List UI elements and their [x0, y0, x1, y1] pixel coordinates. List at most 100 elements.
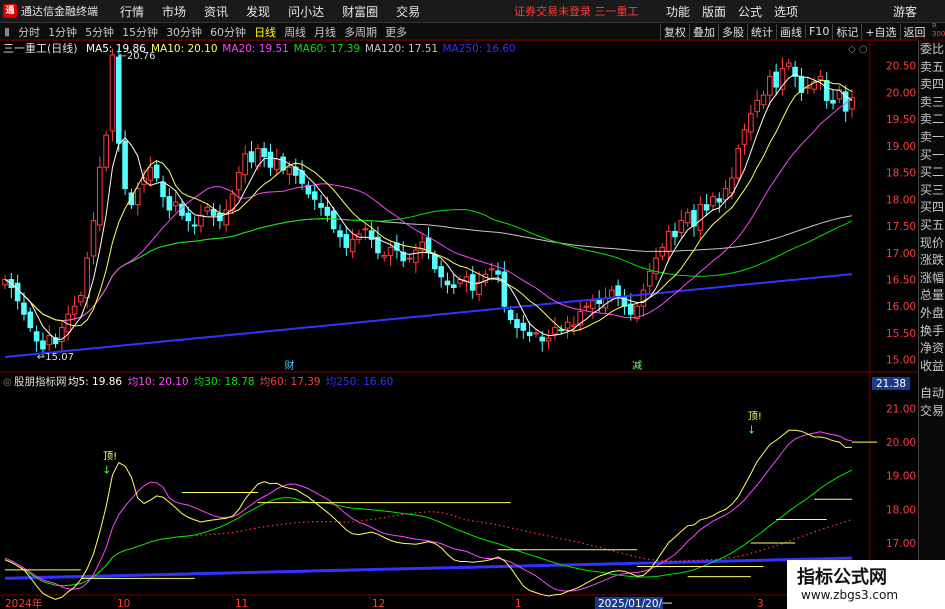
rq-label: R 300: [932, 22, 945, 38]
candle-body: [349, 238, 356, 253]
legend-均5: 均5: 19.86: [68, 376, 122, 388]
candle-body: [362, 228, 369, 231]
candle-body: [311, 191, 318, 200]
ma60-line: [4, 208, 853, 322]
sidebar-bottom-item[interactable]: 自动: [919, 385, 945, 403]
sidebar-item[interactable]: 委比: [919, 41, 945, 59]
candle-body: [343, 234, 350, 248]
top-signal-arrow-icon: ↓: [102, 464, 111, 477]
sidebar-item[interactable]: 外盘: [919, 305, 945, 323]
y2-tick-label: 21.00: [886, 403, 916, 415]
candle-body: [773, 71, 779, 88]
top-signal-arrow-icon: ↓: [747, 423, 756, 436]
candle-body: [760, 94, 767, 106]
candle-body: [33, 331, 40, 342]
candle-body: [533, 332, 539, 335]
candle-body: [710, 196, 716, 207]
event-marker[interactable]: 财: [284, 359, 294, 372]
candle-body: [716, 198, 723, 203]
sidebar-item[interactable]: 买四: [919, 199, 945, 217]
candle-body: [823, 80, 830, 101]
y2-tick-label: 18.00: [886, 504, 916, 516]
candle-body: [267, 151, 274, 168]
sidebar-item[interactable]: 净资: [919, 340, 945, 358]
sidebar-item[interactable]: 卖一: [919, 129, 945, 147]
candle-body: [153, 164, 160, 179]
candle-body: [406, 257, 413, 260]
candle-body: [242, 153, 248, 176]
candle-body: [817, 75, 824, 81]
y-tick-label: 17.50: [886, 221, 916, 233]
legend-MA250: MA250: 16.60: [443, 43, 516, 55]
y-tick-label: 16.50: [886, 274, 916, 286]
candle-body: [754, 99, 760, 113]
current-value: 21.38: [876, 378, 906, 390]
candle-body: [767, 75, 773, 96]
candle-body: [488, 268, 495, 271]
legend-均250: 均250: 16.60: [326, 376, 393, 388]
sidebar-item[interactable]: 买二: [919, 164, 945, 182]
candle-body: [438, 266, 444, 278]
y-tick-label: 18.00: [886, 194, 916, 206]
candle-body: [337, 230, 343, 238]
stock-chart[interactable]: 三一重工(日线) MA5: 19.86 MA10: 20.10 MA20: 19.51…: [0, 0, 918, 609]
sidebar-item[interactable]: 卖五: [919, 59, 945, 77]
lower-ma250-line: [4, 556, 853, 580]
candle-body: [697, 204, 704, 231]
watermark: 指标公式网 www.zbgs3.com: [787, 560, 945, 609]
x-tick-label: 12: [372, 598, 385, 609]
candle-body: [640, 289, 647, 307]
candle-body: [324, 206, 331, 216]
candle-body: [147, 166, 154, 181]
x-tick-label: 2025/01/20/一: [598, 598, 673, 609]
candle-body: [134, 188, 141, 206]
sidebar-item[interactable]: 收益: [919, 358, 945, 376]
candle-body: [318, 203, 324, 208]
y-tick-label: 20.00: [886, 87, 916, 99]
candle-body: [545, 337, 552, 342]
sidebar-item[interactable]: 现价: [919, 235, 945, 253]
candle-body: [520, 322, 527, 331]
high-annotation: ←20.76: [118, 51, 155, 62]
sidebar-item[interactable]: 总量: [919, 287, 945, 305]
candle-body: [672, 230, 678, 238]
candle-body: [122, 140, 128, 190]
y-tick-label: 17.00: [886, 248, 916, 260]
sidebar-item[interactable]: 买五: [919, 217, 945, 235]
candle-body: [830, 99, 836, 104]
sidebar-item[interactable]: 买三: [919, 182, 945, 200]
y-tick-label: 20.50: [886, 61, 916, 73]
sidebar-item[interactable]: 换手: [919, 323, 945, 341]
candle-body: [115, 56, 122, 144]
candle-body: [236, 172, 242, 191]
watermark-url: www.zbgs3.com: [801, 588, 899, 602]
candle-body: [90, 220, 97, 257]
candle-body: [558, 329, 565, 332]
panel2-title: 股朋指标网: [14, 375, 67, 388]
event-marker[interactable]: 减: [632, 360, 642, 372]
y-tick-label: 15.00: [886, 355, 916, 367]
candle-body: [21, 302, 27, 315]
candle-body: [501, 271, 508, 307]
sidebar-item[interactable]: 卖四: [919, 76, 945, 94]
sidebar-item[interactable]: 涨幅: [919, 270, 945, 288]
x-tick-label: 3: [757, 598, 764, 609]
sidebar-item[interactable]: 卖三: [919, 94, 945, 112]
candle-body: [469, 274, 476, 291]
candle-body: [14, 282, 21, 302]
candle-body: [191, 224, 198, 227]
x-tick-label: 1: [515, 598, 522, 609]
candle-body: [172, 201, 179, 207]
y2-tick-label: 20.00: [886, 437, 916, 449]
panel-controls-icon[interactable]: ◇ ○: [848, 44, 868, 55]
sidebar-item[interactable]: 卖二: [919, 111, 945, 129]
sidebar-bottom-item[interactable]: 交易: [919, 403, 945, 421]
candle-body: [476, 281, 482, 295]
watermark-title: 指标公式网: [797, 567, 887, 588]
y-tick-label: 16.00: [886, 301, 916, 313]
sidebar-item[interactable]: 涨跌: [919, 252, 945, 270]
candle-body: [160, 181, 166, 198]
candle-body: [564, 321, 571, 329]
sidebar-item[interactable]: 买一: [919, 147, 945, 165]
candle-body: [615, 285, 621, 297]
